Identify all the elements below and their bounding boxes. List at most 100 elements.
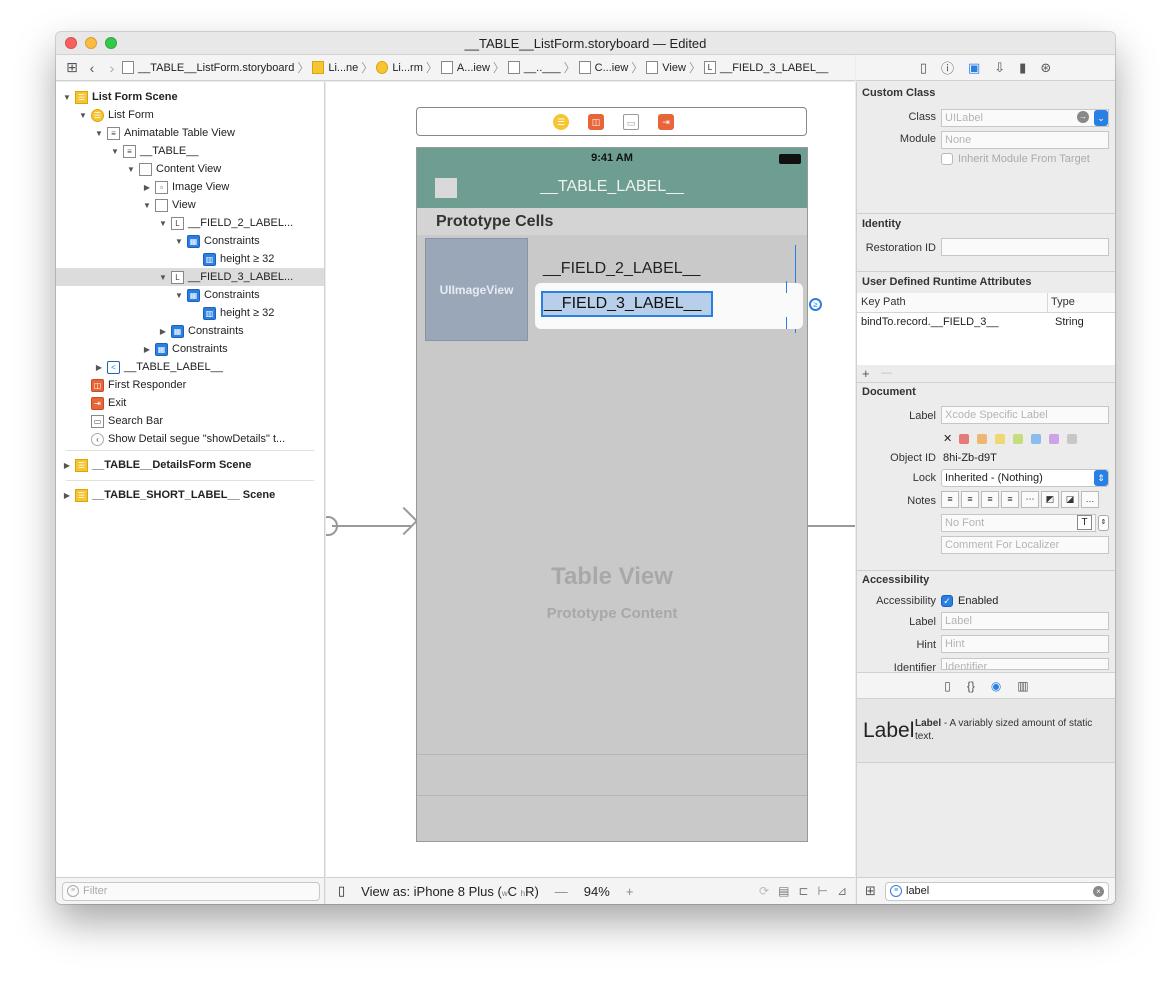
tree-row[interactable]: ▭ Search Bar <box>56 412 324 430</box>
disclosure-open-icon[interactable]: ▼ <box>158 273 168 282</box>
exit-dock-icon[interactable]: ⇥ <box>658 114 674 130</box>
tree-row[interactable]: ◫ First Responder <box>56 376 324 394</box>
disclosure-open-icon[interactable]: ▼ <box>126 165 136 174</box>
search-bar-dock-icon[interactable]: ▭ <box>623 114 639 130</box>
tree-row[interactable]: ▥ height ≥ 32 <box>56 304 324 322</box>
color-swatch[interactable] <box>995 434 1005 444</box>
breadcrumb-item[interactable]: C...iew 〉 <box>578 59 643 76</box>
font-picker-icon[interactable]: T <box>1077 515 1092 530</box>
field-3-label[interactable]: __FIELD_3_LABEL__ <box>541 291 713 317</box>
clear-color-icon[interactable]: ✕ <box>943 432 952 445</box>
zoom-button[interactable] <box>105 37 117 49</box>
localizer-comment-field[interactable]: Comment For Localizer <box>941 536 1109 554</box>
tree-row[interactable]: ‹ Show Detail segue "showDetails" t... <box>56 430 324 448</box>
file-template-library-icon[interactable]: ▯ <box>944 679 951 693</box>
disclosure-closed-icon[interactable]: ▶ <box>142 183 152 192</box>
color-swatch[interactable] <box>959 434 969 444</box>
toggle-outline-icon[interactable]: ▯ <box>338 883 345 899</box>
zoom-in-button[interactable]: + <box>626 884 634 899</box>
tree-row[interactable]: ▶ ▦ Constraints <box>56 322 324 340</box>
align-icon[interactable]: ⊏ <box>798 884 808 898</box>
disclosure-open-icon[interactable]: ▼ <box>110 147 120 156</box>
align-left-icon[interactable]: ≡ <box>941 491 959 508</box>
close-button[interactable] <box>65 37 77 49</box>
zoom-level[interactable]: 94% <box>584 884 610 899</box>
breadcrumb-item[interactable]: __TABLE__ListForm.storyboard 〉 <box>122 59 309 76</box>
tree-row[interactable]: ▼ ▦ Constraints <box>56 232 324 250</box>
disclosure-closed-icon[interactable]: ▶ <box>142 345 152 354</box>
related-items-icon[interactable]: ⊞ <box>62 59 82 76</box>
row-type[interactable]: String <box>1055 316 1084 328</box>
tree-row[interactable]: ▼ ≡ Animatable Table View <box>56 124 324 142</box>
view-as-button[interactable]: View as: iPhone 8 Plus (wC hR) <box>361 884 539 899</box>
color-swatch[interactable] <box>1013 434 1023 444</box>
tree-row[interactable]: ▼ ≡ __TABLE__ <box>56 142 324 160</box>
disclosure-open-icon[interactable]: ▼ <box>94 129 104 138</box>
zoom-out-button[interactable]: — <box>555 884 568 899</box>
iphone-scene[interactable]: 9:41 AM __TABLE_LABEL__ Prototype Cells … <box>416 147 822 842</box>
doc-label-field[interactable]: Xcode Specific Label <box>941 406 1109 424</box>
code-snippet-library-icon[interactable]: {} <box>967 679 975 693</box>
library-search-input[interactable]: ≡ label × <box>885 882 1109 901</box>
size-inspector-icon[interactable]: ▮ <box>1019 60 1026 76</box>
breadcrumb-item[interactable]: View 〉 <box>646 59 701 76</box>
color-swatch[interactable] <box>1049 434 1059 444</box>
accessibility-enabled-checkbox[interactable]: ✓ <box>941 595 953 607</box>
table-row[interactable]: bindTo.record.__FIELD_3__ String <box>857 313 1115 331</box>
align-right-icon[interactable]: ≡ <box>981 491 999 508</box>
acc-label-field[interactable]: Label <box>941 612 1109 630</box>
tree-row[interactable]: ▶ ▦ Constraints <box>56 340 324 358</box>
prototype-cell[interactable]: UIImageView __FIELD_2_LABEL__ __FIELD_3_… <box>417 235 822 345</box>
hint-field[interactable]: Hint <box>941 635 1109 653</box>
selected-view[interactable]: __FIELD_3_LABEL__ <box>535 281 803 329</box>
more-options-icon[interactable]: … <box>1081 491 1099 508</box>
object-library-icon[interactable]: ◉ <box>991 679 1001 693</box>
breadcrumb-item[interactable]: __..___ 〉 <box>507 59 576 76</box>
filter-input[interactable]: ≡ Filter <box>62 882 320 901</box>
tree-row[interactable]: ▼ ▦ Constraints <box>56 286 324 304</box>
view-controller-dock-icon[interactable]: ☰ <box>553 114 569 130</box>
identifier-field[interactable]: Identifier <box>941 658 1109 670</box>
color-swatch[interactable] <box>1067 434 1077 444</box>
breadcrumb-item[interactable]: A...iew 〉 <box>440 59 505 76</box>
back-button[interactable]: ‹ <box>82 60 102 76</box>
remove-attribute-button[interactable]: — <box>881 367 892 379</box>
tree-row[interactable]: ▥ height ≥ 32 <box>56 250 324 268</box>
add-attribute-button[interactable]: + <box>862 366 870 381</box>
disclosure-closed-icon[interactable]: ▶ <box>62 491 72 500</box>
font-field[interactable]: No Font <box>941 514 1096 532</box>
font-stepper-icon[interactable]: ⇕ <box>1098 515 1109 531</box>
tree-row[interactable]: ▼ L __FIELD_3_LABEL... <box>56 268 324 286</box>
tree-row[interactable]: ▶ ☰ __TABLE__DetailsForm Scene <box>56 456 324 474</box>
resize-handle-icon[interactable]: ≥ <box>809 298 822 311</box>
tree-row[interactable]: ⇥ Exit <box>56 394 324 412</box>
identity-inspector-icon[interactable]: ▣ <box>968 60 980 76</box>
tree-row[interactable]: ▼ Content View <box>56 160 324 178</box>
align-natural-icon[interactable]: ⋯ <box>1021 491 1039 508</box>
breadcrumb-item[interactable]: Li...ne 〉 <box>312 59 373 76</box>
tree-row[interactable]: ▶ ▫ Image View <box>56 178 324 196</box>
text-color-icon[interactable]: ◩ <box>1041 491 1059 508</box>
align-center-icon[interactable]: ≡ <box>961 491 979 508</box>
image-view[interactable]: UIImageView <box>425 238 528 341</box>
library-item-label[interactable]: Label Label - A variably sized amount of… <box>857 699 1115 763</box>
tree-row[interactable]: ▼ L __FIELD_2_LABEL... <box>56 214 324 232</box>
nav-title[interactable]: __TABLE_LABEL__ <box>417 178 807 196</box>
minimize-button[interactable] <box>85 37 97 49</box>
disclosure-open-icon[interactable]: ▼ <box>78 111 88 120</box>
media-library-icon[interactable]: ▥ <box>1017 679 1028 693</box>
first-responder-dock-icon[interactable]: ◫ <box>588 114 604 130</box>
outgoing-segue-line[interactable] <box>808 525 855 527</box>
help-inspector-icon[interactable]: ⓘ <box>941 58 954 77</box>
lock-select[interactable]: Inherited - (Nothing) <box>941 469 1109 487</box>
row-keypath[interactable]: bindTo.record.__FIELD_3__ <box>861 316 999 328</box>
disclosure-open-icon[interactable]: ▼ <box>62 93 72 102</box>
disclosure-closed-icon[interactable]: ▶ <box>94 363 104 372</box>
color-swatch[interactable] <box>977 434 987 444</box>
add-constraints-icon[interactable]: ⊢ <box>817 884 827 898</box>
tree-row[interactable]: ▼ ☰ List Form Scene <box>56 88 324 106</box>
lock-dropdown-icon[interactable]: ⇕ <box>1094 470 1108 486</box>
disclosure-closed-icon[interactable]: ▶ <box>62 461 72 470</box>
tree-row[interactable]: ▼ ☰ List Form <box>56 106 324 124</box>
resolve-issues-icon[interactable]: ⊿ <box>837 884 847 898</box>
